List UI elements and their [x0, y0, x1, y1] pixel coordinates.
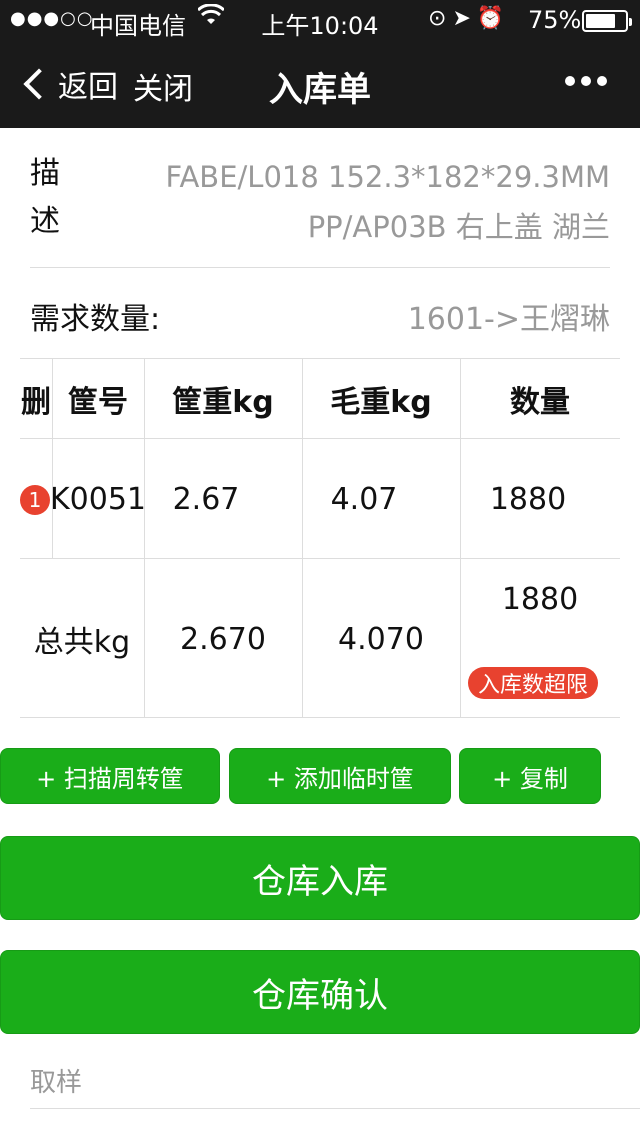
copy-button[interactable]: + 复制 — [459, 748, 601, 804]
description-text: FABE/L018 152.3*182*29.3MM PP/AP03B 右上盖 … — [165, 160, 610, 244]
delete-row-button[interactable]: 1 — [20, 485, 50, 515]
battery-icon — [582, 10, 632, 32]
column-header-delete: 删 — [21, 385, 51, 420]
required-quantity-label: 需求数量: — [30, 302, 161, 337]
total-basket-weight: 2.670 — [180, 621, 266, 657]
chevron-left-icon — [23, 68, 55, 100]
table-cell-basket-weight: 2.67 — [172, 481, 240, 517]
total-quantity: 1880 — [501, 581, 579, 617]
more-options-icon[interactable] — [562, 60, 610, 93]
column-header-gross-weight: 毛重kg — [330, 385, 432, 420]
back-label: 返回 — [58, 70, 118, 105]
lock-rotation-icon: ⊙ — [428, 6, 453, 31]
description-section: 描述 FABE/L018 152.3*182*29.3MM PP/AP03B 右… — [30, 150, 610, 268]
column-header-quantity: 数量 — [510, 385, 570, 420]
close-button[interactable]: 关闭 — [133, 64, 193, 108]
location-arrow-icon: ➤ — [452, 6, 477, 31]
scan-basket-button[interactable]: + 扫描周转筐 — [0, 748, 220, 804]
sample-link[interactable]: 取样 — [30, 1062, 82, 1099]
warehouse-in-button[interactable]: 仓库入库 — [0, 836, 640, 920]
required-quantity: 需求数量: 1601->王熠琳 — [30, 290, 610, 338]
total-gross-weight: 4.070 — [338, 621, 424, 657]
table-cell-gross-weight: 4.07 — [330, 481, 398, 517]
total-label: 总共kg — [33, 625, 131, 660]
warehouse-confirm-button[interactable]: 仓库确认 — [0, 950, 640, 1034]
battery-percent: 75% — [528, 6, 582, 34]
battery-fill — [586, 14, 615, 28]
status-bar: ●●●○○ 中国电信 上午10:04 ⊙➤⏰ 75% — [0, 0, 640, 40]
back-button[interactable]: 返回 — [18, 62, 118, 106]
column-header-basket-weight: 筐重kg — [172, 385, 274, 420]
basket-table: 删 筐号 筐重kg 毛重kg 数量 1 K0051 2.67 4.07 1880… — [20, 358, 620, 718]
column-header-basket-no: 筐号 — [68, 385, 128, 420]
add-temporary-basket-button[interactable]: + 添加临时筐 — [229, 748, 451, 804]
quantity-exceeded-badge: 入库数超限 — [468, 667, 599, 699]
table-cell-basket-no: K0051 — [49, 481, 147, 517]
description-label: 描述 — [30, 156, 60, 239]
table-cell-quantity: 1880 — [489, 481, 567, 517]
required-quantity-value: 1601->王熠琳 — [407, 302, 610, 337]
alarm-icon: ⏰ — [476, 6, 511, 31]
nav-bar: 返回 关闭 入库单 — [0, 40, 640, 128]
